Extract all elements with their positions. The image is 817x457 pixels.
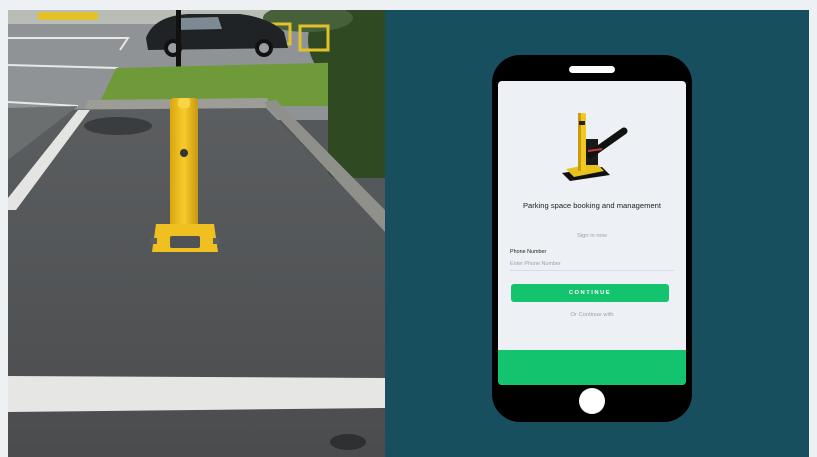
bottom-bar: [498, 350, 686, 385]
app-headline: Parking space booking and management: [522, 201, 662, 210]
alt-login-label: Or Continue with: [570, 312, 614, 318]
app-showcase-panel: Parking space booking and management Sig…: [385, 10, 809, 457]
smartphone-mockup: Parking space booking and management Sig…: [492, 55, 692, 422]
sign-in-title: Sign in now: [577, 233, 607, 239]
home-button: [579, 388, 605, 414]
parking-lot-scene: [8, 10, 385, 457]
phone-number-input[interactable]: [510, 258, 674, 271]
continue-button[interactable]: CONTINUE: [511, 284, 669, 302]
app-screen: Parking space booking and management Sig…: [498, 81, 686, 385]
phone-number-label: Phone Number: [510, 249, 547, 255]
phone-speaker: [569, 66, 615, 73]
parking-lock-icon: [562, 113, 628, 181]
parking-bollard-photo: [8, 10, 385, 457]
